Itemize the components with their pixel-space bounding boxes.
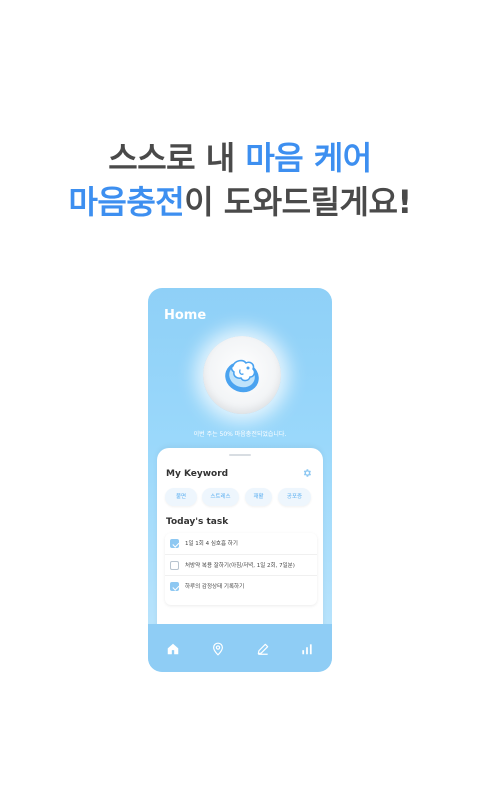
location-icon [213,642,223,656]
task-checkbox[interactable] [170,561,179,570]
sheet-handle[interactable] [229,454,251,456]
keyword-chip[interactable]: 불면 [165,488,197,506]
keyword-chip[interactable]: 스트레스 [202,488,239,506]
headline-line-1-accent: 마음 케어 [245,139,372,177]
nav-item-location[interactable] [211,642,225,656]
bottom-sheet: My Keyword 불면 스트레스 재활 공포증 Today's task 1… [157,448,323,648]
task-text: 하루의 감정상태 기록하기 [185,584,245,590]
headline-line-1-text: 스스로 내 [108,139,246,177]
stats-icon [302,644,312,655]
list-item[interactable]: 처방약 복용 잘하기(아침/저녁, 1일 2회, 7일분) [165,554,317,576]
keyword-section-title: My Keyword [166,469,229,479]
headline-line-2-accent: 마음충전 [68,183,185,221]
nav-item-home[interactable] [166,642,180,656]
page-title: Home [164,308,207,323]
keyword-chip[interactable]: 재활 [245,488,272,506]
task-checkbox[interactable] [170,539,179,548]
nav-item-write[interactable] [256,642,270,656]
task-checkbox[interactable] [170,582,179,591]
mascot-icon [225,359,259,393]
task-section-title: Today's task [166,517,229,527]
task-text: 1일 1회 4 심호흡 하기 [185,541,238,547]
headline-line-2-text: 이 도와드릴게요! [184,183,412,221]
pencil-icon [257,643,269,655]
gear-icon[interactable] [302,468,312,478]
home-icon [167,643,179,655]
list-item[interactable]: 1일 1회 4 심호흡 하기 [165,533,317,554]
charge-orb[interactable] [203,336,281,414]
headline-line-2: 마음충전이 도와드릴게요! [0,180,480,224]
task-list: 1일 1회 4 심호흡 하기 처방약 복용 잘하기(아침/저녁, 1일 2회, … [165,533,317,605]
phone-mockup: Home 이번 주는 50% 마음충전되었습니다. My Keyword 불면 … [148,288,332,672]
task-text: 처방약 복용 잘하기(아침/저녁, 1일 2회, 7일분) [185,563,295,569]
nav-item-stats[interactable] [300,642,314,656]
keyword-chips: 불면 스트레스 재활 공포증 [165,488,315,508]
headline: 스스로 내 마음 케어 마음충전이 도와드릴게요! [0,136,480,224]
list-item[interactable]: 하루의 감정상태 기록하기 [165,575,317,597]
keyword-chip[interactable]: 공포증 [278,488,311,506]
bottom-nav [148,624,332,672]
charge-status-text: 이번 주는 50% 마음충전되었습니다. [193,431,287,438]
headline-line-1: 스스로 내 마음 케어 [0,136,480,180]
